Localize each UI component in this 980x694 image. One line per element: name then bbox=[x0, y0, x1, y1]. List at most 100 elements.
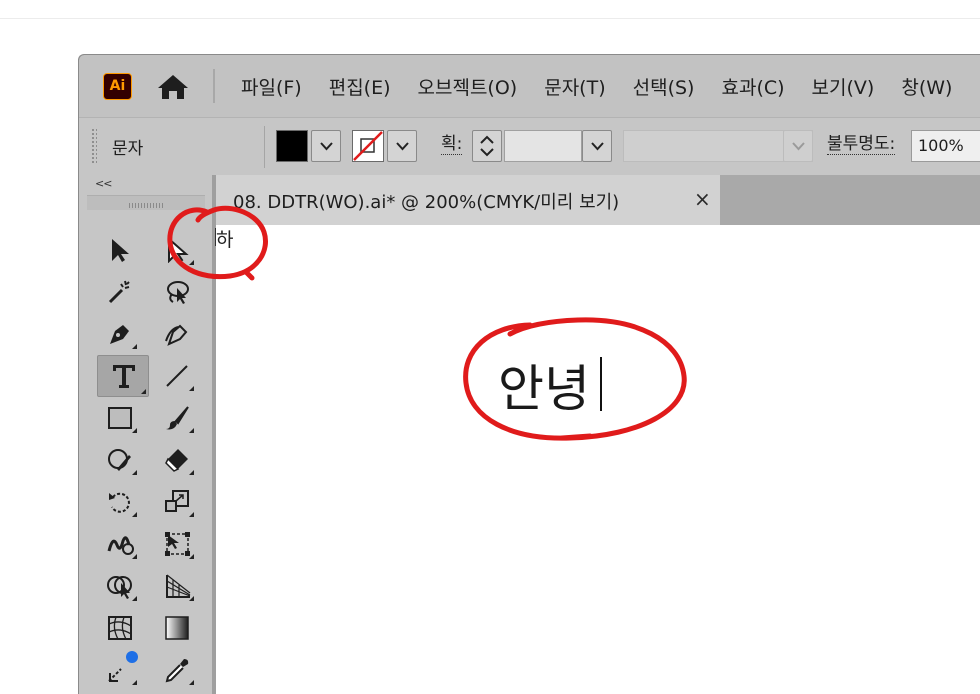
submenu-indicator bbox=[189, 512, 194, 517]
curvature-tool[interactable] bbox=[156, 315, 196, 351]
magic-wand-tool[interactable] bbox=[99, 273, 139, 309]
tools-panel: << bbox=[79, 175, 213, 694]
menu-object[interactable]: 오브젝트(O) bbox=[418, 73, 518, 100]
submenu-indicator bbox=[132, 470, 137, 475]
type-t-icon bbox=[113, 365, 135, 388]
line-segment-tool[interactable] bbox=[156, 357, 196, 393]
lasso-icon bbox=[167, 281, 189, 304]
stroke-swatch[interactable] bbox=[352, 130, 384, 162]
opacity-input[interactable]: 100% bbox=[911, 130, 980, 162]
submenu-indicator bbox=[189, 470, 194, 475]
shaper-tool[interactable] bbox=[99, 441, 139, 477]
submenu-indicator bbox=[132, 680, 137, 685]
submenu-indicator bbox=[132, 344, 137, 349]
shape-builder-tool[interactable] bbox=[99, 567, 139, 603]
status-dot bbox=[126, 651, 138, 663]
stepper-arrows-icon bbox=[480, 135, 494, 157]
direct-selection-arrow-icon bbox=[168, 237, 189, 263]
direct-selection-tool[interactable] bbox=[156, 231, 196, 267]
control-separator bbox=[264, 126, 265, 168]
submenu-indicator bbox=[189, 596, 194, 601]
pen-tool[interactable] bbox=[99, 315, 139, 351]
pen-icon bbox=[110, 325, 129, 344]
menu-type[interactable]: 문자(T) bbox=[544, 73, 605, 100]
menu-effect[interactable]: 효과(C) bbox=[721, 73, 784, 100]
text-cursor bbox=[600, 357, 602, 411]
rotate-icon bbox=[109, 492, 130, 513]
measure-tool[interactable] bbox=[156, 651, 196, 687]
submenu-indicator bbox=[189, 554, 194, 559]
document-tab-strip: 08. DDTR(WO).ai* @ 200%(CMYK/미리 보기) × bbox=[216, 175, 980, 225]
tools-panel-grip bbox=[129, 203, 165, 208]
submenu-indicator bbox=[189, 680, 194, 685]
warp-tool[interactable] bbox=[99, 525, 139, 561]
chevron-down-icon bbox=[591, 142, 604, 151]
menu-file[interactable]: 파일(F) bbox=[241, 73, 302, 100]
submenu-indicator bbox=[132, 428, 137, 433]
illustrator-logo: Ai bbox=[103, 73, 132, 100]
document-tab[interactable]: 08. DDTR(WO).ai* @ 200%(CMYK/미리 보기) × bbox=[216, 175, 720, 225]
selection-tool[interactable] bbox=[99, 231, 139, 267]
point-text-main[interactable]: 안녕 bbox=[498, 349, 590, 421]
document-tab-title: 08. DDTR(WO).ai* @ 200%(CMYK/미리 보기) bbox=[233, 192, 620, 213]
rectangle-icon bbox=[108, 407, 132, 429]
stroke-weight-label[interactable]: 획: bbox=[441, 134, 463, 155]
eyedropper-icon bbox=[165, 659, 189, 683]
chevron-down-icon bbox=[792, 142, 805, 151]
eraser-icon bbox=[165, 449, 188, 472]
fill-swatch[interactable] bbox=[276, 130, 308, 162]
page-divider bbox=[0, 18, 980, 19]
mesh-tool[interactable] bbox=[99, 609, 139, 645]
mesh-icon bbox=[108, 616, 132, 640]
stroke-weight-input[interactable] bbox=[504, 130, 582, 162]
home-icon[interactable] bbox=[157, 74, 189, 100]
eraser-tool[interactable] bbox=[156, 441, 196, 477]
magic-wand-icon bbox=[108, 280, 130, 304]
point-text-small[interactable]: 하 bbox=[214, 225, 233, 252]
stroke-weight-dropdown[interactable] bbox=[582, 130, 612, 162]
scale-tool[interactable] bbox=[156, 483, 196, 519]
eyedropper-tool[interactable] bbox=[99, 651, 139, 687]
lasso-tool[interactable] bbox=[156, 273, 196, 309]
perspective-grid-icon bbox=[166, 574, 191, 598]
submenu-indicator bbox=[132, 512, 137, 517]
close-tab-button[interactable]: × bbox=[694, 187, 711, 211]
gradient-icon bbox=[165, 616, 189, 640]
collapse-panel-button[interactable]: << bbox=[95, 177, 112, 190]
illustrator-window: Ai 파일(F) 편집(E) 오브젝트(O) 문자(T) 선택(S) 효과(C)… bbox=[78, 54, 980, 694]
rectangle-tool[interactable] bbox=[99, 399, 139, 435]
stroke-dropdown[interactable] bbox=[387, 130, 417, 162]
free-transform-tool[interactable] bbox=[156, 525, 196, 561]
menu-edit[interactable]: 편집(E) bbox=[329, 73, 391, 100]
rotate-tool[interactable] bbox=[99, 483, 139, 519]
submenu-indicator bbox=[189, 428, 194, 433]
artboard-canvas[interactable]: 하 안녕 bbox=[214, 225, 980, 694]
stroke-weight-stepper[interactable] bbox=[472, 130, 502, 162]
gradient-tool[interactable] bbox=[156, 609, 196, 645]
submenu-indicator bbox=[132, 554, 137, 559]
menu-select[interactable]: 선택(S) bbox=[633, 73, 695, 100]
control-bar: 문자 획: 불투명도: 100% bbox=[79, 117, 980, 175]
mode-label: 문자 bbox=[112, 139, 144, 159]
free-transform-icon bbox=[165, 532, 190, 556]
scale-icon bbox=[165, 490, 189, 512]
menu-window[interactable]: 창(W) bbox=[901, 73, 952, 100]
type-tool[interactable] bbox=[97, 355, 149, 397]
control-bar-grip[interactable] bbox=[91, 128, 97, 164]
paintbrush-tool[interactable] bbox=[156, 399, 196, 435]
fill-dropdown[interactable] bbox=[311, 130, 341, 162]
profile-dropdown bbox=[783, 130, 813, 162]
paintbrush-icon bbox=[166, 406, 189, 430]
submenu-indicator bbox=[189, 386, 194, 391]
menu-view[interactable]: 보기(V) bbox=[812, 73, 875, 100]
warp-icon bbox=[107, 536, 134, 555]
submenu-indicator bbox=[132, 596, 137, 601]
submenu-indicator bbox=[189, 260, 194, 265]
main-menu: 파일(F) 편집(E) 오브젝트(O) 문자(T) 선택(S) 효과(C) 보기… bbox=[241, 55, 979, 117]
submenu-indicator bbox=[141, 389, 146, 394]
none-stroke-icon bbox=[353, 131, 383, 161]
opacity-label[interactable]: 불투명도: bbox=[827, 134, 896, 155]
perspective-grid-tool[interactable] bbox=[156, 567, 196, 603]
selection-arrow-icon bbox=[112, 239, 129, 262]
line-segment-icon bbox=[166, 365, 188, 387]
